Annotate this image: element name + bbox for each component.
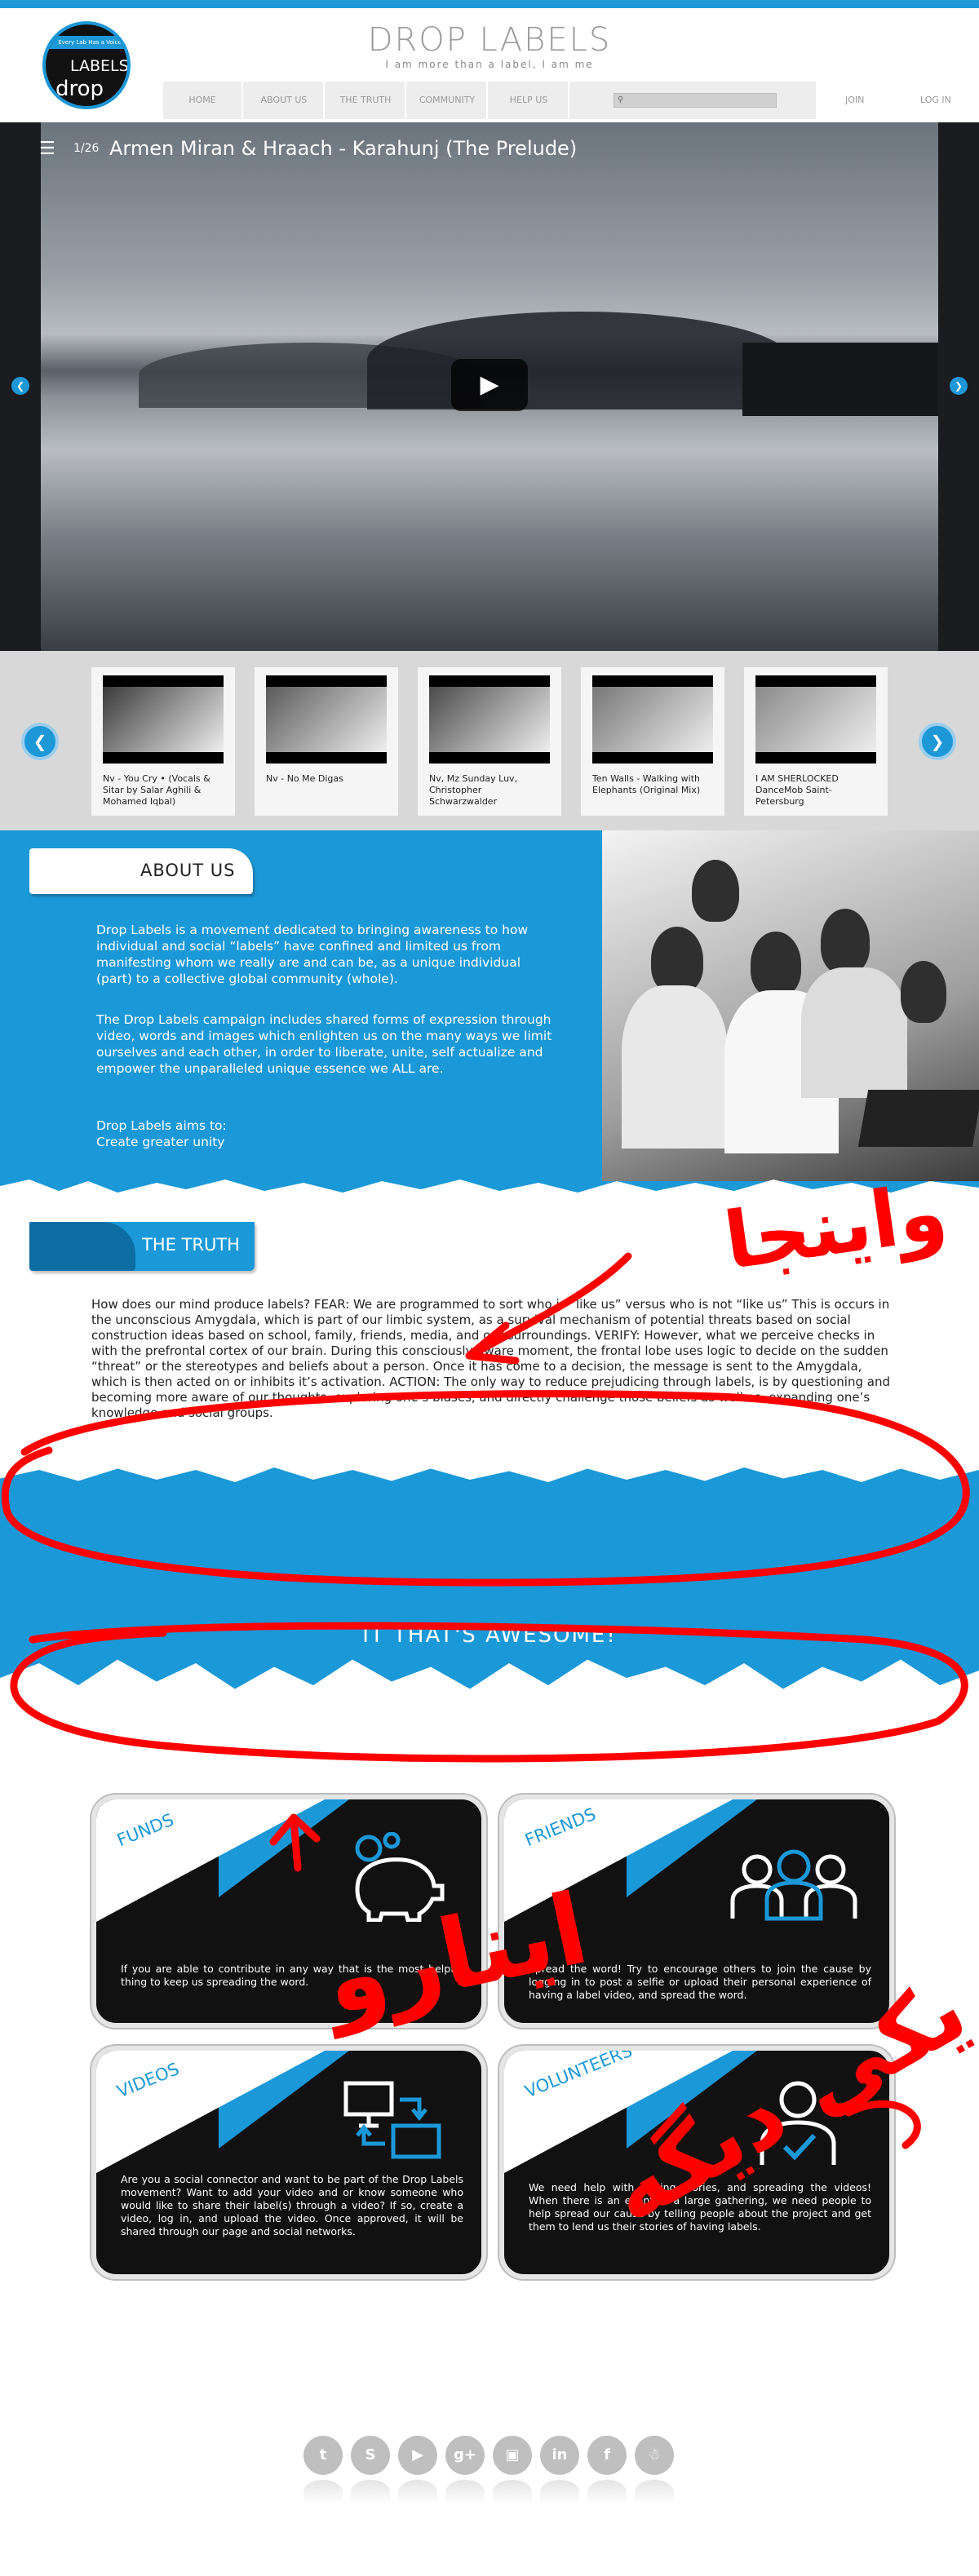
card-body: If you are able to contribute in any way… <box>121 1963 463 1988</box>
about-paragraph-1: Drop Labels is a movement dedicated to b… <box>96 923 529 986</box>
social-reflection <box>540 2480 579 2504</box>
thumb-image[interactable] <box>103 675 224 764</box>
snapchat-icon[interactable]: ☃ <box>635 2436 674 2475</box>
blue-banner: IT THAT'S AWESOME! <box>0 1460 979 1729</box>
social-reflection <box>493 2480 532 2504</box>
ribbon-curl <box>29 1222 135 1271</box>
truth-heading-ribbon: THE TRUTH <box>29 1222 255 1271</box>
social-reflection <box>587 2480 627 2504</box>
carousel-thumb[interactable]: Ten Walls - Walking with Elephants (Orig… <box>581 667 724 816</box>
search-input[interactable] <box>631 95 773 106</box>
carousel-thumb[interactable]: Nv - No Me Digas <box>255 667 398 816</box>
thumb-picture <box>592 687 713 752</box>
about-paragraph-4: Create greater unity <box>96 1135 225 1149</box>
nav-community[interactable]: COMMUNITY <box>408 82 488 119</box>
nav-home[interactable]: HOME <box>163 82 243 119</box>
card-page-curl <box>96 1799 325 1922</box>
video-title[interactable]: Armen Miran & Hraach - Karahunj (The Pre… <box>109 137 577 160</box>
thumb-picture <box>429 687 550 752</box>
group-photo <box>602 830 979 1181</box>
about-paragraph-2: The Drop Labels campaign includes shared… <box>96 1012 552 1076</box>
site-title: DROP LABELS <box>367 21 612 59</box>
banner-text: IT THAT'S AWESOME! <box>362 1623 617 1648</box>
join-link[interactable]: JOIN <box>845 95 864 105</box>
banner-torn-bottom <box>0 1659 979 1729</box>
video-next-arrow-icon[interactable]: ❯ <box>950 377 968 395</box>
skype-icon[interactable]: S <box>351 2436 390 2475</box>
nav-about-us[interactable]: ABOUT US <box>245 82 325 119</box>
people-group-icon <box>730 1849 857 1921</box>
social-reflection <box>351 2480 390 2504</box>
thumb-caption[interactable]: Nv - You Cry • (Vocals & Sitar by Salar … <box>103 773 225 808</box>
volunteer-icon <box>760 2081 836 2165</box>
help-card-volunteers[interactable]: VOLUNTEERS We need help with filming stor… <box>499 2046 894 2279</box>
thumb-picture <box>103 687 224 752</box>
video-carousel: ❮ ❯ Nv - You Cry • (Vocals & Sitar by Sa… <box>0 651 979 830</box>
social-reflection <box>398 2480 437 2504</box>
social-reflection <box>635 2480 674 2504</box>
thumb-image[interactable] <box>592 675 713 764</box>
video-mountain <box>367 312 791 409</box>
about-section: ABOUT US Drop Labels is a movement dedic… <box>0 830 979 1206</box>
instagram-icon[interactable]: ▣ <box>493 2436 532 2475</box>
thumb-caption[interactable]: Ten Walls - Walking with Elephants (Orig… <box>592 773 715 796</box>
thumb-image[interactable] <box>266 675 387 764</box>
linkedin-icon[interactable]: in <box>540 2436 579 2475</box>
card-page-curl <box>504 1799 733 1922</box>
card-body: Spread the word! Try to encourage others… <box>529 1963 871 2001</box>
search-icon: ⚲ <box>618 95 624 104</box>
playlist-icon[interactable]: ☰ <box>39 139 55 159</box>
thumb-picture <box>266 687 387 752</box>
facebook-icon[interactable]: f <box>587 2436 627 2475</box>
social-reflection <box>445 2480 485 2504</box>
laptop <box>857 1090 979 1147</box>
thumb-picture <box>755 687 876 752</box>
truth-heading: THE TRUTH <box>142 1235 240 1255</box>
carousel-thumb[interactable]: Nv - You Cry • (Vocals & Sitar by Salar … <box>91 667 235 816</box>
logo-word-drop: drop <box>55 77 104 101</box>
carousel-next-arrow-icon[interactable]: ❯ <box>919 723 956 760</box>
social-reflection <box>303 2480 343 2504</box>
about-paragraph-3: Drop Labels aims to: <box>96 1118 227 1133</box>
thumb-caption[interactable]: Nv, Mz Sunday Luv, Christopher Schwarzwa… <box>429 773 552 808</box>
site-tagline: I am more than a label, I am me <box>385 59 594 70</box>
thumb-image[interactable] <box>755 675 876 764</box>
truth-body: How does our mind produce labels? FEAR: … <box>91 1297 890 1420</box>
carousel-prev-arrow-icon[interactable]: ❮ <box>21 723 59 760</box>
video-prev-arrow-icon[interactable]: ❮ <box>11 377 29 395</box>
carousel-thumb[interactable]: Nv, Mz Sunday Luv, Christopher Schwarzwa… <box>418 667 561 816</box>
main-nav: HOME ABOUT US THE TRUTH COMMUNITY HELP U… <box>163 82 816 119</box>
help-card-friends[interactable]: FRIENDS Spread the word! Try to encourage… <box>499 1795 894 2028</box>
thumb-caption[interactable]: I AM SHERLOCKED DanceMob Saint-Petersbur… <box>755 773 878 808</box>
help-card-funds[interactable]: FUNDS If you are able to contribute in an… <box>91 1795 486 2028</box>
about-heading: ABOUT US <box>140 861 236 880</box>
youtube-icon[interactable]: ▶ <box>398 2436 437 2475</box>
banner-torn-top <box>0 1460 979 1482</box>
top-accent-bar <box>0 0 979 8</box>
card-body: Are you a social connector and want to b… <box>121 2173 463 2237</box>
video-share-icon <box>343 2081 441 2159</box>
card-page-curl <box>504 2051 733 2173</box>
card-body: We need help with filming stories, and s… <box>529 2181 871 2233</box>
piggy-bank-icon <box>355 1832 445 1922</box>
carousel-thumb[interactable]: I AM SHERLOCKED DanceMob Saint-Petersbur… <box>744 667 888 816</box>
card-page-curl <box>96 2051 325 2173</box>
nav-help-us[interactable]: HELP US <box>490 82 569 119</box>
google-plus-icon[interactable]: g+ <box>445 2436 485 2475</box>
video-player[interactable]: ☰ 1/26 Armen Miran & Hraach - Karahunj (… <box>0 122 979 651</box>
about-heading-ribbon: ABOUT US <box>29 848 253 894</box>
nav-the-truth[interactable]: THE TRUTH <box>326 82 406 119</box>
play-icon[interactable]: ▶ <box>451 359 528 411</box>
playlist-counter: 1/26 <box>73 142 100 155</box>
twitter-icon[interactable]: t <box>303 2436 343 2475</box>
help-card-videos[interactable]: VIDEOS Are you a social connector and wan… <box>91 2046 486 2279</box>
login-link[interactable]: LOG IN <box>920 95 951 105</box>
video-treeline <box>742 343 938 416</box>
thumb-image[interactable] <box>429 675 550 764</box>
thumb-caption[interactable]: Nv - No Me Digas <box>266 773 388 785</box>
search-box[interactable]: ⚲ <box>614 93 777 108</box>
